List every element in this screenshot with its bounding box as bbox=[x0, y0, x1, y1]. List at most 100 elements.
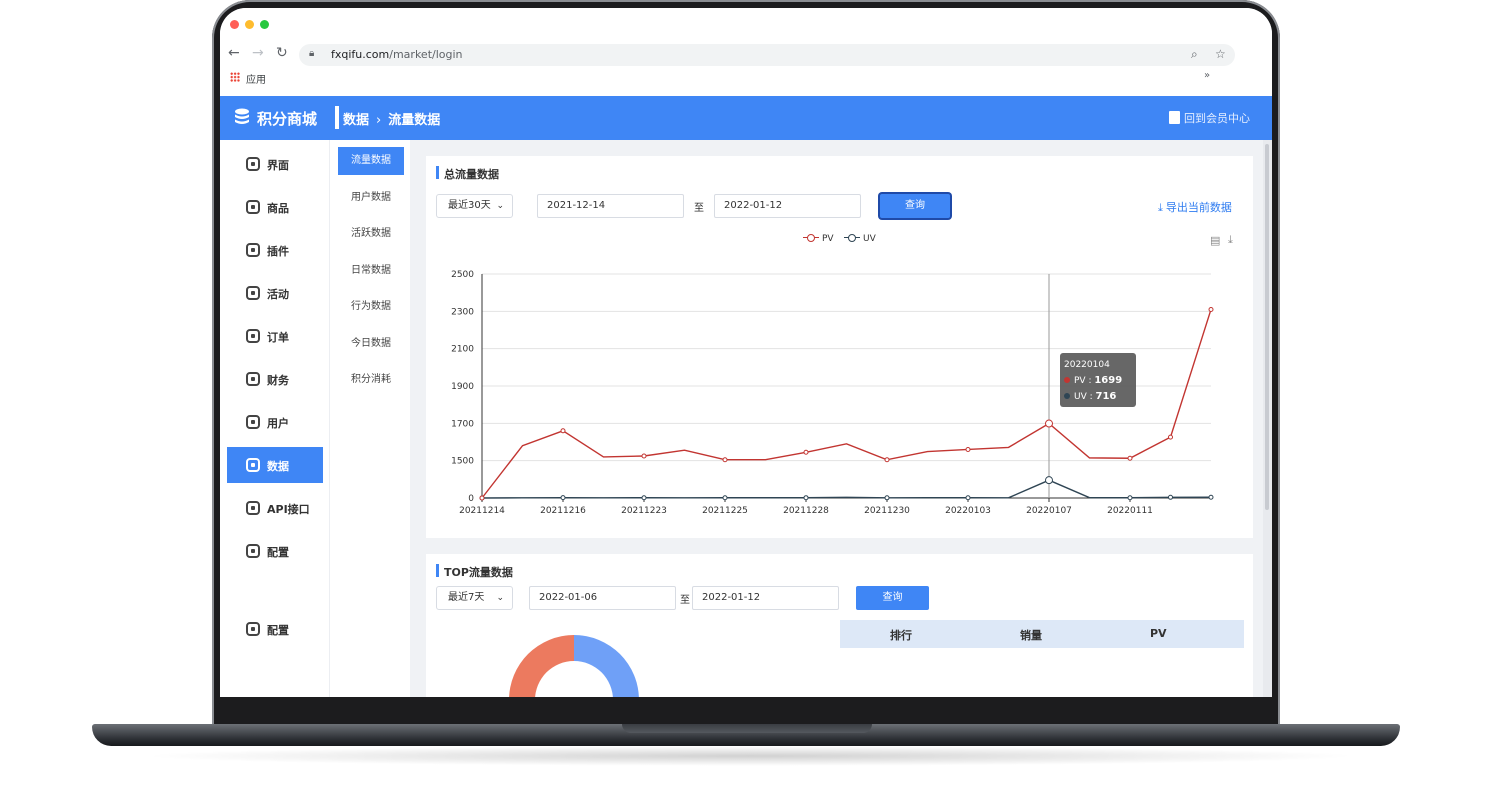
col-sales[interactable]: 销量 bbox=[1020, 627, 1042, 643]
scrollbar-thumb[interactable] bbox=[1265, 144, 1269, 510]
data-point-pv bbox=[803, 449, 809, 455]
data-point-uv bbox=[884, 495, 890, 501]
series-line-uv bbox=[481, 479, 1212, 499]
sidebar-item-goods[interactable]: 商品 bbox=[227, 189, 323, 225]
user-icon bbox=[246, 415, 260, 429]
y-tick-label: 2100 bbox=[451, 345, 474, 355]
browser-toolbar: ← → ↻ 🔒︎ fxqifu.com/market/login ⌕ ☆ 应用 … bbox=[220, 8, 1272, 96]
sidebar-item-interface[interactable]: 界面 bbox=[227, 146, 323, 182]
back-link-label: 回到会员中心 bbox=[1184, 112, 1250, 125]
chevron-down-icon: ⌄ bbox=[496, 593, 504, 603]
data-point-pv bbox=[722, 457, 728, 463]
tooltip-uv-value: 716 bbox=[1095, 391, 1117, 402]
data-point-pv bbox=[479, 495, 485, 501]
breadcrumb-current: 流量数据 bbox=[388, 113, 441, 128]
y-tick-label: 0 bbox=[468, 494, 474, 504]
data-point-pv bbox=[1168, 434, 1173, 440]
url-text: fxqifu.com/market/login bbox=[331, 48, 463, 61]
bookmarks-more-button[interactable]: » bbox=[1204, 70, 1210, 81]
sidebar-item-label: 插件 bbox=[267, 245, 289, 258]
data-point-pv bbox=[965, 446, 971, 452]
data-point-uv bbox=[803, 495, 809, 501]
sidebar-item-finance[interactable]: 财务 bbox=[227, 361, 323, 397]
x-tick-label: 20211216 bbox=[540, 506, 586, 516]
sidebar-item-label: 数据 bbox=[267, 460, 289, 473]
back-arrow-icon[interactable]: ← bbox=[228, 45, 240, 61]
close-window-button[interactable] bbox=[230, 20, 239, 29]
sub-navigation: 流量数据 用户数据 活跃数据 日常数据 行为数据 今日数据 积分消耗 bbox=[330, 140, 410, 697]
x-tick-label: 20211230 bbox=[864, 506, 910, 516]
maximize-window-button[interactable] bbox=[260, 20, 269, 29]
y-tick-label: 1700 bbox=[451, 419, 474, 429]
sidebar-item-label: 商品 bbox=[267, 202, 289, 215]
api-icon bbox=[246, 501, 260, 515]
plugin-icon bbox=[246, 243, 260, 257]
sidebar-item-label: 订单 bbox=[267, 331, 289, 344]
apps-grid-icon[interactable] bbox=[230, 72, 240, 82]
data-point-uv bbox=[965, 495, 971, 501]
app-title: 积分商城 bbox=[257, 110, 318, 128]
sidebar-item-label: 配置 bbox=[267, 546, 289, 559]
address-bar[interactable]: 🔒︎ fxqifu.com/market/login ⌕ ☆ bbox=[299, 44, 1235, 66]
top-range-select[interactable]: 最近7天 ⌄ bbox=[436, 586, 513, 610]
sidebar-item-activity[interactable]: 活动 bbox=[227, 275, 323, 311]
sidebar-item-label: API接口 bbox=[267, 503, 310, 516]
minimize-window-button[interactable] bbox=[245, 20, 254, 29]
subnav-daily-data[interactable]: 日常数据 bbox=[338, 257, 404, 285]
tooltip-pv-dot bbox=[1064, 377, 1070, 383]
subnav-active-data[interactable]: 活跃数据 bbox=[338, 220, 404, 248]
sidebar-item-label: 用户 bbox=[267, 417, 289, 430]
top-end-date-input[interactable]: 2022-01-12 bbox=[692, 586, 839, 610]
reload-icon[interactable]: ↻ bbox=[276, 45, 288, 61]
breadcrumb-root[interactable]: 数据 bbox=[343, 113, 369, 128]
sidebar-item-data[interactable]: 数据 bbox=[227, 447, 323, 483]
tooltip-uv-dot bbox=[1064, 393, 1070, 399]
scrollbar[interactable] bbox=[1263, 140, 1272, 697]
back-to-member-center-link[interactable]: 回到会员中心 bbox=[1169, 110, 1250, 126]
y-tick-label: 2500 bbox=[451, 270, 474, 280]
data-point-pv bbox=[884, 457, 890, 463]
col-pv[interactable]: PV bbox=[1150, 627, 1167, 640]
traffic-line-chart: 0 1500 1700 1900 2100 2300 2500 20211214 2021121… bbox=[451, 270, 1214, 516]
sidebar-item-orders[interactable]: 订单 bbox=[227, 318, 323, 354]
subnav-traffic-data[interactable]: 流量数据 bbox=[338, 147, 404, 175]
sidebar-item-users[interactable]: 用户 bbox=[227, 404, 323, 440]
bookmarks-bar: 应用 bbox=[230, 71, 266, 86]
sidebar-item-settings-bottom[interactable]: 配置 bbox=[227, 611, 323, 647]
tooltip-uv-label: UV : bbox=[1074, 392, 1096, 402]
subnav-points-consumption[interactable]: 积分消耗 bbox=[338, 366, 404, 394]
top-traffic-donut-chart bbox=[509, 635, 639, 697]
bookmark-apps[interactable]: 应用 bbox=[246, 75, 266, 86]
zoom-icon[interactable]: ⌕ bbox=[1191, 47, 1198, 62]
data-point-uv bbox=[560, 495, 566, 501]
data-point-uv bbox=[1127, 495, 1133, 501]
sidebar-item-settings[interactable]: 配置 bbox=[227, 533, 323, 569]
subnav-user-data[interactable]: 用户数据 bbox=[338, 184, 404, 212]
sidebar-item-label: 活动 bbox=[267, 288, 289, 301]
col-rank[interactable]: 排行 bbox=[890, 627, 912, 643]
laptop-notch bbox=[622, 724, 872, 733]
gear-icon bbox=[246, 544, 260, 558]
sidebar-item-plugins[interactable]: 插件 bbox=[227, 232, 323, 268]
top-query-button[interactable]: 查询 bbox=[856, 586, 929, 610]
sidebar-item-api[interactable]: API接口 bbox=[227, 490, 323, 526]
data-point-uv bbox=[1208, 494, 1214, 500]
sidebar-item-label: 配置 bbox=[267, 624, 289, 637]
forward-arrow-icon[interactable]: → bbox=[252, 45, 264, 61]
lock-icon: 🔒︎ bbox=[309, 48, 315, 59]
x-tick-label: 20211223 bbox=[621, 506, 667, 516]
data-point-pv bbox=[560, 428, 566, 434]
tooltip-pv-row: PV : 1699 bbox=[1064, 373, 1132, 389]
sidebar-item-label: 财务 bbox=[267, 374, 289, 387]
sidebar: 界面 商品 插件 活动 订单 财务 用户 数据 API接口 配置 配置 bbox=[220, 140, 330, 697]
total-traffic-card: 总流量数据 最近30天 ⌄ 2021-12-14 至 2022-01-12 查询 … bbox=[426, 156, 1253, 538]
subnav-today-data[interactable]: 今日数据 bbox=[338, 330, 404, 358]
breadcrumb-separator: › bbox=[376, 113, 382, 128]
data-point-uv bbox=[722, 495, 728, 501]
top-traffic-card: TOP流量数据 最近7天 ⌄ 2022-01-06 至 2022-01-12 查询… bbox=[426, 554, 1253, 697]
star-icon[interactable]: ☆ bbox=[1215, 47, 1226, 61]
date-range-separator: 至 bbox=[680, 595, 690, 606]
subnav-behavior-data[interactable]: 行为数据 bbox=[338, 293, 404, 321]
gift-icon bbox=[246, 286, 260, 300]
top-start-date-input[interactable]: 2022-01-06 bbox=[529, 586, 676, 610]
